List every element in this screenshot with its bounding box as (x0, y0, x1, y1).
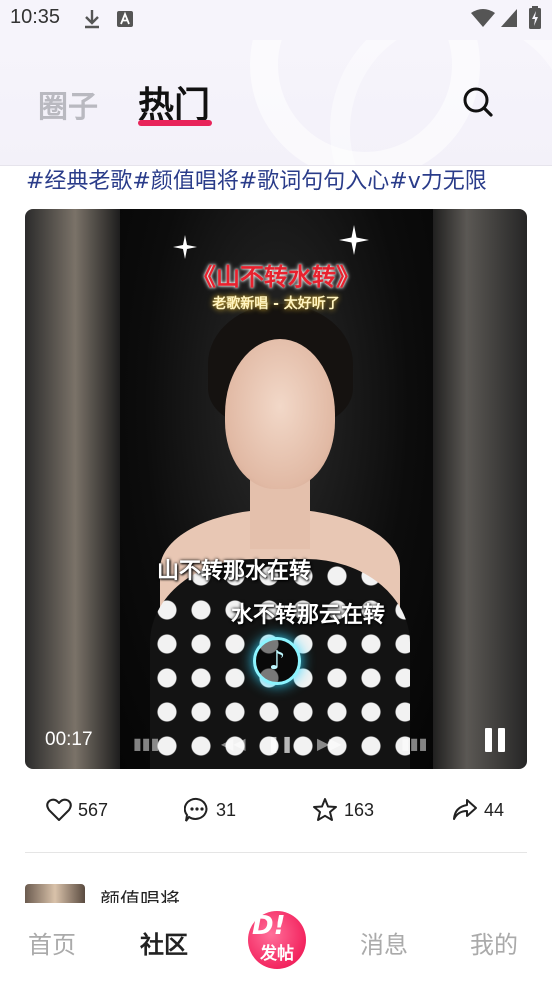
status-time: 10:35 (10, 6, 61, 28)
video-lyric-line-1: 山不转那水在转 (157, 559, 312, 584)
post-button-label: 发帖 (260, 944, 294, 964)
nav-home[interactable]: 首页 (28, 925, 76, 960)
download-icon (85, 10, 99, 29)
post-actions: 567 31 163 44 (0, 790, 552, 830)
nav-profile[interactable]: 我的 (470, 925, 518, 960)
favorite-count: 163 (344, 799, 375, 820)
pause-button[interactable] (483, 728, 509, 754)
decorative-circle (330, 40, 552, 165)
sparkle-icon (339, 225, 369, 255)
active-tab-indicator (138, 120, 212, 126)
inner-pause-icon: ❚❚ (267, 734, 294, 753)
battery-icon (529, 6, 541, 29)
waveform-icon: ▮▮▮ (401, 734, 428, 753)
post-button[interactable]: D! 发帖 (248, 911, 306, 969)
video-song-subtitle: 老歌新唱 - 太好听了 (212, 296, 340, 312)
video-lyric-line-2: 水不转那云在转 (231, 603, 386, 628)
video-player[interactable]: 《山不转水转》 老歌新唱 - 太好听了 山不转那水在转 水不转那云在转 ♪ ▮▮… (25, 209, 527, 769)
bottom-nav: 首页 社区 D! 发帖 消息 我的 (0, 903, 552, 983)
signal-icon (501, 9, 517, 27)
like-button[interactable]: 567 (46, 796, 108, 824)
fast-forward-icon: ▶▶ (317, 734, 342, 753)
pause-bar-left (485, 728, 492, 752)
comment-icon (184, 797, 208, 822)
star-icon (313, 798, 337, 821)
status-bar: 10:35 (0, 0, 552, 40)
pause-bar-right (498, 728, 505, 752)
nav-community[interactable]: 社区 (140, 925, 188, 960)
top-header: 圈子 热门 (0, 40, 552, 166)
music-logo-icon: ♪ (253, 637, 301, 685)
divider (25, 852, 527, 853)
nav-messages[interactable]: 消息 (360, 925, 408, 960)
comment-button[interactable]: 31 (184, 796, 236, 824)
share-count: 44 (484, 799, 505, 820)
video-figure-neck (250, 479, 310, 549)
video-song-title: 《山不转水转》 (192, 263, 360, 291)
heart-icon (46, 798, 72, 821)
share-button[interactable]: 44 (452, 796, 504, 824)
font-a-icon (117, 11, 133, 27)
next-post-thumbnail[interactable] (25, 884, 85, 904)
comment-count: 31 (216, 799, 237, 820)
share-icon (453, 799, 477, 820)
video-elapsed-time: 00:17 (45, 729, 93, 750)
sparkle-icon (173, 235, 197, 259)
favorite-button[interactable]: 163 (312, 796, 374, 824)
like-count: 567 (78, 799, 109, 820)
post-hashtags[interactable]: #经典老歌#颜值唱将#歌词句句入心#v力无限 (26, 163, 487, 195)
rewind-icon: ◀◀ (221, 734, 246, 753)
waveform-icon: ▮▮▮ (133, 734, 160, 753)
tab-circle[interactable]: 圈子 (38, 82, 98, 126)
video-figure-face (225, 339, 335, 489)
search-icon[interactable] (460, 84, 496, 120)
post-logo-icon: D! (252, 911, 286, 941)
wifi-icon (471, 9, 495, 27)
